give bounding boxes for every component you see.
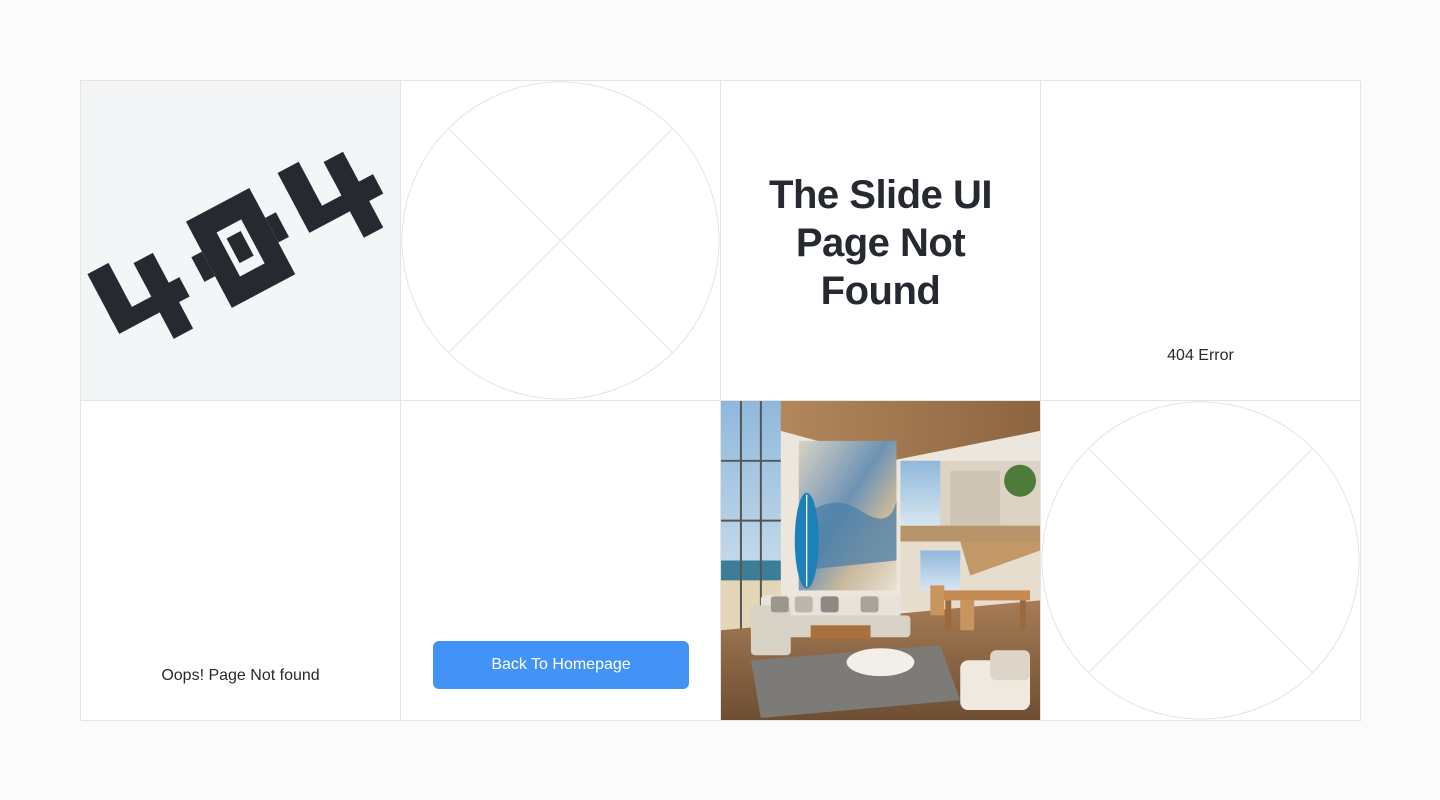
image-placeholder-icon bbox=[1041, 401, 1360, 720]
cta-tile: Back To Homepage bbox=[401, 401, 721, 721]
page-title-line-3: Found bbox=[820, 269, 941, 313]
image-placeholder-icon bbox=[401, 81, 720, 400]
page-title-line-2: Page Not bbox=[795, 221, 966, 265]
error-page-grid: 404 The Slide UI Page Not Found 404 Erro… bbox=[80, 80, 1361, 721]
image-placeholder-1 bbox=[401, 81, 721, 401]
beach-house-interior-image bbox=[721, 401, 1040, 720]
back-to-homepage-button[interactable]: Back To Homepage bbox=[433, 641, 689, 689]
oops-message: Oops! Page Not found bbox=[161, 667, 320, 684]
error-code-label: 404 Error bbox=[1167, 347, 1234, 364]
error-code-tile: 404 Error bbox=[1041, 81, 1361, 401]
interior-photo bbox=[721, 401, 1041, 721]
image-placeholder-2 bbox=[1041, 401, 1361, 721]
page-title-line-1: The Slide UI bbox=[769, 173, 992, 217]
headline-tile: The Slide UI Page Not Found bbox=[721, 81, 1041, 401]
oops-tile: Oops! Page Not found bbox=[81, 401, 401, 721]
logo-404-tile: 404 bbox=[81, 81, 401, 401]
pixel-404-logo bbox=[87, 151, 384, 339]
page-title: The Slide UI Page Not Found bbox=[721, 171, 1040, 315]
